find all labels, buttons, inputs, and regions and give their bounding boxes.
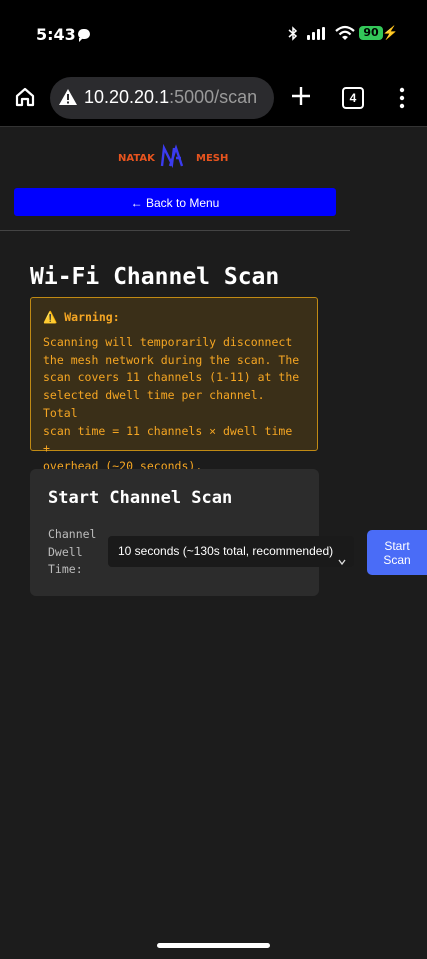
logo-text-left: NATAK	[118, 153, 156, 164]
tab-switcher-icon[interactable]: 4	[342, 87, 364, 109]
logo-mark	[160, 143, 184, 169]
start-scan-label-line: Start	[384, 538, 410, 553]
card-title: Start Channel Scan	[48, 488, 233, 508]
charging-bolt-icon: ⚡	[382, 25, 399, 40]
start-scan-button[interactable]: Start Scan	[367, 530, 427, 575]
url-text: 10.20.20.1:5000/scan	[84, 87, 257, 108]
not-secure-warning-icon[interactable]	[58, 88, 78, 106]
start-scan-label-line: Scan	[383, 552, 411, 567]
dwell-label-line: Channel	[48, 527, 97, 541]
dwell-label-line: Dwell	[48, 544, 83, 559]
new-tab-plus-icon[interactable]	[289, 84, 313, 108]
warning-box: ⚠️ Warning: Scanning will temporarily di…	[30, 297, 318, 473]
warning-line: scan covers 11 channels (1-11) at the	[43, 370, 300, 385]
warning-line: the mesh network during the scan. The	[43, 352, 300, 367]
chevron-down-icon	[338, 547, 346, 566]
divider	[0, 230, 350, 231]
battery-icon: 90	[359, 26, 383, 40]
browser-toolbar: 10.20.20.1:5000/scan 4	[0, 70, 427, 127]
chat-bubble-icon	[78, 29, 90, 42]
dwell-selected-value: 10 seconds (~130s total, recommended)	[118, 544, 334, 558]
dwell-label-line: Time:	[48, 562, 83, 576]
warning-line: Scanning will temporarily disconnect	[43, 335, 293, 349]
address-bar[interactable]: 10.20.20.1:5000/scan	[50, 77, 274, 119]
dwell-time-label: Channel Dwell Time:	[48, 526, 108, 579]
home-indicator[interactable]	[157, 943, 270, 948]
status-time: 5:43	[36, 25, 76, 44]
logo-text-right: MESH	[196, 153, 228, 164]
natak-mesh-logo: NATAK MESH	[118, 143, 238, 170]
warning-heading: ⚠️ Warning:	[43, 310, 120, 324]
start-scan-card: Start Channel Scan Channel Dwell Time: 1…	[30, 469, 354, 596]
warning-line: scan time = 11 channels × dwell time +	[43, 423, 293, 456]
dwell-time-select[interactable]: 10 seconds (~130s total, recommended)	[108, 536, 354, 567]
warning-text: Scanning will temporarily disconnect the…	[43, 334, 305, 476]
url-host: 10.20.20.1	[84, 87, 170, 107]
bluetooth-icon	[288, 26, 298, 44]
back-to-menu-button[interactable]: ← Back to Menu	[14, 188, 336, 216]
url-path: :5000/scan	[169, 87, 258, 107]
home-icon[interactable]	[14, 86, 36, 108]
warning-line: selected dwell time per channel. Total	[43, 388, 265, 420]
overflow-menu-icon[interactable]	[392, 86, 412, 110]
page-title: Wi-Fi Channel Scan	[30, 264, 280, 290]
wifi-icon	[335, 25, 355, 41]
status-bar: 5:43 90 ⚡	[0, 0, 427, 70]
cellular-signal-icon	[307, 27, 329, 40]
